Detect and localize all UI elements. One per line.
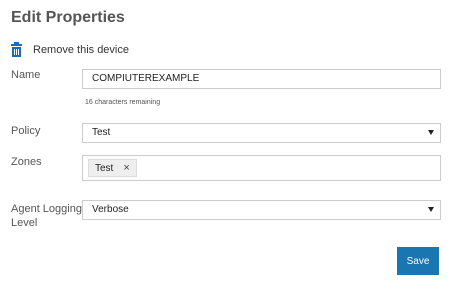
policy-value: Test: [92, 127, 111, 138]
zone-chip: Test ×: [88, 159, 137, 177]
caret-down-icon: [428, 207, 434, 212]
remove-device-label: Remove this device: [33, 44, 129, 56]
caret-down-icon: [428, 130, 434, 135]
logging-value: Verbose: [92, 204, 129, 215]
zones-label: Zones: [11, 156, 42, 168]
zone-chip-label: Test: [95, 162, 114, 174]
name-label: Name: [11, 69, 41, 81]
name-input[interactable]: COMPIUTEREXAMPLE: [82, 69, 441, 89]
policy-select[interactable]: Test: [82, 123, 441, 143]
trash-icon: [11, 41, 22, 57]
logging-label: Agent Logging Level: [11, 203, 82, 229]
close-icon[interactable]: ×: [123, 162, 129, 174]
remove-device-link[interactable]: Remove this device: [11, 41, 129, 58]
page-title: Edit Properties: [11, 9, 125, 26]
logging-select[interactable]: Verbose: [82, 200, 441, 220]
save-button[interactable]: Save: [397, 247, 439, 275]
name-hint: 16 characters remaining: [85, 99, 161, 106]
policy-label: Policy: [11, 125, 41, 137]
zones-input[interactable]: Test ×: [82, 155, 441, 181]
